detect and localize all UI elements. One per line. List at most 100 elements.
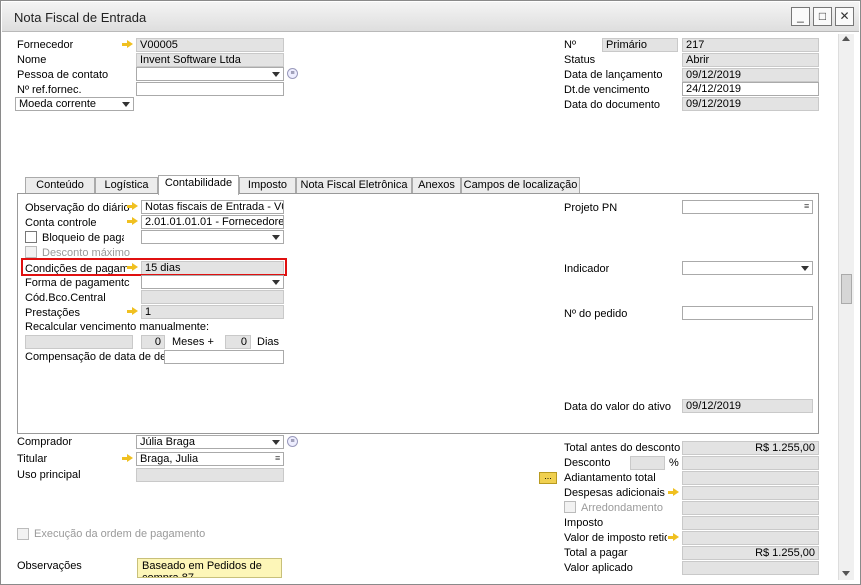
nome-label: Nome bbox=[17, 54, 47, 66]
compensacao-input[interactable] bbox=[164, 350, 284, 364]
total-pagar-field[interactable]: R$ 1.255,00 bbox=[682, 546, 819, 560]
tab-logistica[interactable]: Logística bbox=[95, 177, 158, 194]
data-documento-label: Data do documento bbox=[564, 99, 661, 111]
valor-aplicado-field[interactable] bbox=[682, 561, 819, 575]
comprador-dropdown[interactable]: Júlia Braga bbox=[136, 435, 284, 449]
scroll-down-icon[interactable] bbox=[842, 571, 850, 576]
meses-field[interactable]: 0 bbox=[141, 335, 165, 349]
data-lancamento-field[interactable]: 09/12/2019 bbox=[682, 68, 819, 82]
dias-field[interactable]: 0 bbox=[225, 335, 251, 349]
pessoa-contato-dropdown[interactable] bbox=[136, 67, 284, 81]
prestacoes-field[interactable]: 1 bbox=[141, 305, 284, 319]
close-button[interactable]: ✕ bbox=[835, 7, 854, 26]
arredondamento-label: Arredondamento bbox=[581, 502, 663, 514]
arredondamento-field[interactable] bbox=[682, 501, 819, 515]
list-icon[interactable]: ≡ bbox=[287, 68, 298, 79]
scroll-thumb[interactable] bbox=[841, 274, 852, 304]
imposto-field[interactable] bbox=[682, 516, 819, 530]
uso-principal-field[interactable] bbox=[136, 468, 284, 482]
bloqueio-checkbox[interactable] bbox=[25, 231, 37, 243]
total-pagar-label: Total a pagar bbox=[564, 547, 628, 559]
link-arrow-icon[interactable] bbox=[127, 202, 138, 211]
data-vencimento-label: Dt.de vencimento bbox=[564, 84, 650, 96]
desconto-value-field[interactable] bbox=[682, 456, 819, 470]
projeto-pn-input[interactable] bbox=[682, 200, 813, 214]
forma-pagamento-label: Forma de pagamentc bbox=[25, 277, 130, 289]
fornecedor-field[interactable]: V00005 bbox=[136, 38, 284, 52]
fornecedor-label: Fornecedor bbox=[17, 39, 74, 51]
scroll-up-icon[interactable] bbox=[842, 36, 850, 41]
despesas-label: Despesas adicionais bbox=[564, 487, 665, 499]
pessoa-contato-label: Pessoa de contato bbox=[17, 69, 109, 81]
data-lancamento-label: Data de lançamento bbox=[564, 69, 663, 81]
tab-imposto[interactable]: Imposto bbox=[239, 177, 296, 194]
maximize-button[interactable]: □ bbox=[813, 7, 832, 26]
numero-pedido-input[interactable] bbox=[682, 306, 813, 320]
document-window: Nota Fiscal de Entrada _ □ ✕ Fornecedor … bbox=[0, 0, 861, 585]
numero-field[interactable]: 217 bbox=[682, 38, 819, 52]
nref-input[interactable] bbox=[136, 82, 284, 96]
link-arrow-icon[interactable] bbox=[122, 40, 133, 49]
prestacoes-label: Prestações bbox=[25, 307, 81, 319]
obs-diario-input[interactable]: Notas fiscais de Entrada - V0000 bbox=[141, 200, 284, 214]
link-arrow-icon[interactable] bbox=[127, 217, 138, 226]
meses-label: Meses + bbox=[172, 336, 214, 348]
data-vencimento-input[interactable]: 24/12/2019 bbox=[682, 82, 819, 96]
conta-controle-label: Conta controle bbox=[25, 217, 97, 229]
percent-symbol: % bbox=[669, 457, 679, 469]
tab-anexos[interactable]: Anexos bbox=[412, 177, 461, 194]
bloqueio-dropdown[interactable] bbox=[141, 230, 284, 244]
link-arrow-icon[interactable] bbox=[668, 533, 679, 542]
tab-conteudo[interactable]: Conteúdo bbox=[25, 177, 95, 194]
observacoes-label: Observações bbox=[17, 560, 82, 572]
link-arrow-icon[interactable] bbox=[127, 307, 138, 316]
obs-diario-label: Observação do diário bbox=[25, 202, 130, 214]
link-arrow-icon[interactable] bbox=[668, 488, 679, 497]
serie-dropdown[interactable]: Primário bbox=[602, 38, 678, 52]
recalcular-field[interactable] bbox=[25, 335, 133, 349]
numero-label: Nº bbox=[564, 39, 576, 51]
tab-nota-fiscal-eletronica[interactable]: Nota Fiscal Eletrônica bbox=[296, 177, 412, 194]
forma-pagamento-dropdown[interactable] bbox=[141, 275, 284, 289]
imposto-retido-field[interactable] bbox=[682, 531, 819, 545]
nome-field[interactable]: Invent Software Ltda bbox=[136, 53, 284, 67]
projeto-pn-label: Projeto PN bbox=[564, 202, 618, 214]
numero-pedido-label: Nº do pedido bbox=[564, 308, 628, 320]
title-bar[interactable]: Nota Fiscal de Entrada _ □ ✕ bbox=[2, 2, 859, 32]
adiantamento-label: Adiantamento total bbox=[564, 472, 656, 484]
adiantamento-button[interactable]: ... bbox=[539, 472, 557, 484]
status-field[interactable]: Abrir bbox=[682, 53, 819, 67]
window-title: Nota Fiscal de Entrada bbox=[14, 10, 147, 25]
arredondamento-checkbox bbox=[564, 501, 576, 513]
link-arrow-icon[interactable] bbox=[122, 454, 133, 463]
indicador-dropdown[interactable] bbox=[682, 261, 813, 275]
cod-bco-central-label: Cód.Bco.Central bbox=[25, 292, 106, 304]
list-icon[interactable]: ≡ bbox=[287, 436, 298, 447]
data-valor-ativo-field[interactable]: 09/12/2019 bbox=[682, 399, 813, 413]
minimize-button[interactable]: _ bbox=[791, 7, 810, 26]
highlight-box bbox=[21, 258, 287, 276]
data-documento-field[interactable]: 09/12/2019 bbox=[682, 97, 819, 111]
data-valor-ativo-label: Data do valor do ativo bbox=[564, 401, 672, 413]
total-antes-field[interactable]: R$ 1.255,00 bbox=[682, 441, 819, 455]
desconto-maximo-checkbox bbox=[25, 246, 37, 258]
bloqueio-label: Bloqueio de paga bbox=[42, 232, 124, 244]
titular-input[interactable]: Braga, Julia bbox=[136, 452, 284, 466]
desconto-label: Desconto bbox=[564, 457, 611, 469]
dias-label: Dias bbox=[257, 336, 280, 348]
observacoes-textarea[interactable]: Baseado em Pedidos de compra 87. bbox=[137, 558, 282, 578]
imposto-label: Imposto bbox=[564, 517, 604, 529]
desconto-pct-field[interactable] bbox=[630, 456, 665, 470]
total-antes-label: Total antes do desconto bbox=[564, 442, 681, 454]
cod-bco-central-field[interactable] bbox=[141, 290, 284, 304]
despesas-field[interactable] bbox=[682, 486, 819, 500]
moeda-dropdown[interactable]: Moeda corrente bbox=[15, 97, 134, 111]
vertical-scrollbar[interactable] bbox=[838, 34, 854, 580]
valor-aplicado-label: Valor aplicado bbox=[564, 562, 633, 574]
adiantamento-field[interactable] bbox=[682, 471, 819, 485]
tab-contabilidade[interactable]: Contabilidade bbox=[158, 175, 239, 195]
execucao-label: Execução da ordem de pagamento bbox=[34, 528, 206, 540]
conta-controle-input[interactable]: 2.01.01.01.01 - Fornecedores Na bbox=[141, 215, 284, 229]
tab-campos-localizacao[interactable]: Campos de localização bbox=[461, 177, 580, 194]
execucao-checkbox bbox=[17, 528, 29, 540]
